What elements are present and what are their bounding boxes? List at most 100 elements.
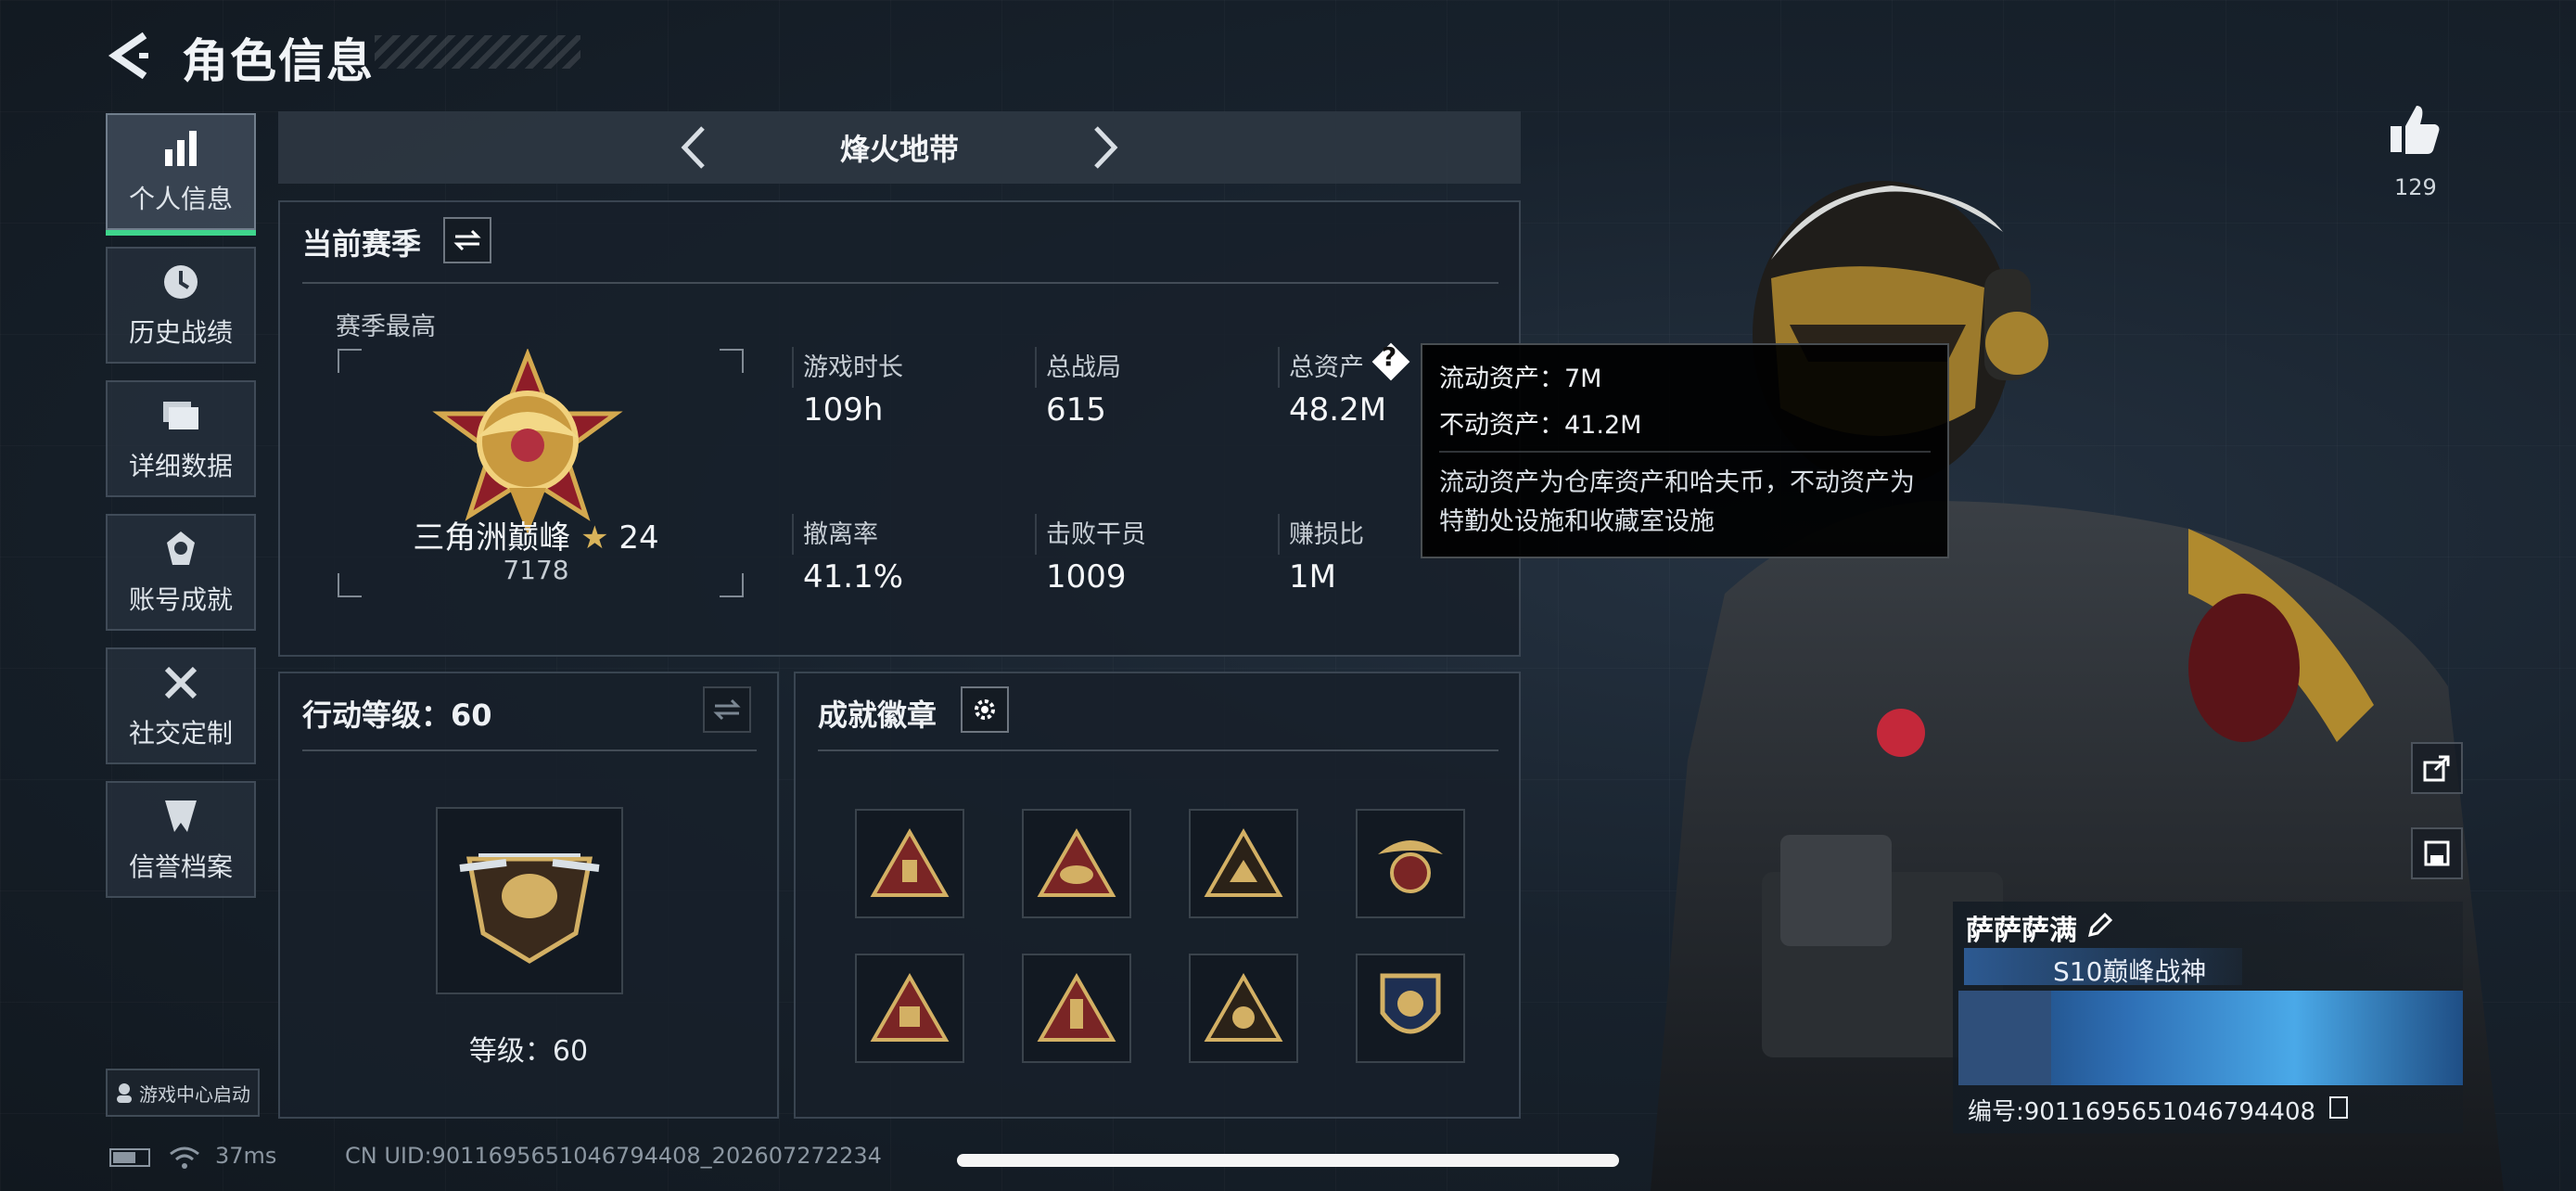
divider [1035, 347, 1037, 388]
tools-icon [164, 666, 198, 699]
achievements-panel: 成就徽章 [794, 672, 1521, 1119]
season-best-label: 赛季最高 [336, 313, 436, 341]
gear-icon [975, 699, 995, 720]
mode-selector: 烽火地带 [278, 111, 1521, 184]
nav-item-social[interactable]: 社交定制 [106, 647, 256, 764]
stat-label: 总资产 [1289, 353, 1364, 382]
rank-stars: 24 [618, 519, 659, 557]
achievement-badge[interactable] [1022, 954, 1131, 1063]
nav-item-credit[interactable]: 信誉档案 [106, 781, 256, 898]
thumbs-up-icon[interactable] [2387, 102, 2442, 158]
rank-name-row: 三角洲巅峰 ★ 24 [351, 512, 721, 557]
stat-value: 48.2M [1289, 391, 1387, 429]
triangle-badge-icon [1037, 972, 1116, 1042]
stat-label: 赚损比 [1289, 520, 1364, 549]
triangle-badge-icon [870, 972, 950, 1042]
stat-value: 109h [803, 391, 884, 429]
level-label: 等级：60 [468, 1035, 589, 1068]
triangle-badge-icon [1204, 972, 1283, 1042]
mode-label: 烽火地带 [839, 132, 959, 167]
frame-corner [720, 573, 744, 597]
stat-value: 41.1% [803, 558, 904, 596]
nav-item-detail-data[interactable]: 详细数据 [106, 380, 256, 497]
achievement-badge[interactable] [1356, 954, 1465, 1063]
share-icon [2423, 755, 2450, 782]
prev-arrow-icon[interactable] [671, 124, 718, 171]
person-icon [117, 1083, 132, 1103]
save-icon [2424, 840, 2450, 866]
copy-icon[interactable] [2329, 1096, 2348, 1119]
achievement-badge[interactable] [855, 954, 964, 1063]
nav-item-achievements[interactable]: 账号成就 [106, 514, 256, 631]
edit-pencil-icon[interactable] [2086, 911, 2114, 939]
launch-label: 游戏中心启动 [139, 1082, 250, 1106]
nav-label: 社交定制 [128, 718, 233, 749]
stat-value: 1009 [1046, 558, 1127, 596]
section-title: 成就徽章 [818, 698, 937, 733]
stat-value: 615 [1046, 391, 1106, 429]
divider [302, 282, 1498, 284]
achievement-badge[interactable] [855, 809, 964, 918]
back-arrow-icon[interactable] [104, 28, 159, 83]
section-title: 当前赛季 [302, 226, 422, 262]
stat-label: 撤离率 [803, 520, 878, 549]
triangle-badge-icon [870, 827, 950, 897]
section-title: 行动等级：60 [302, 698, 492, 733]
ping-value: 37ms [215, 1143, 277, 1169]
stat-value: 1M [1289, 558, 1336, 596]
fixed-assets: 不动资产：41.2M [1439, 411, 1642, 440]
divider [792, 514, 794, 555]
action-level-panel: 行动等级：60 等级：60 [278, 672, 779, 1119]
action-level-swap-button[interactable] [703, 686, 751, 733]
assets-description: 流动资产为仓库资产和哈夫币，不动资产为特勤处设施和收藏室设施 [1439, 468, 1915, 536]
nav-label: 个人信息 [128, 184, 233, 214]
achievement-badge[interactable] [1189, 809, 1298, 918]
divider [818, 749, 1498, 751]
stat-label: 总战局 [1046, 353, 1121, 382]
title-decoration [375, 35, 580, 69]
eagle-badge-icon [1378, 840, 1443, 893]
save-button[interactable] [2411, 827, 2463, 879]
nav-label: 信誉档案 [128, 852, 233, 882]
next-arrow-icon[interactable] [1081, 124, 1128, 171]
level-emblem-frame [436, 807, 623, 994]
wifi-icon [170, 1146, 199, 1169]
bar-chart-icon [165, 131, 197, 166]
help-mark: ? [1382, 341, 1397, 372]
divider [1278, 514, 1280, 555]
stat-label: 游戏时长 [803, 353, 903, 382]
like-count: 129 [2394, 174, 2437, 200]
nav-label: 详细数据 [128, 451, 233, 481]
player-name: 萨萨萨满 [1966, 915, 2077, 947]
divider [1035, 514, 1037, 555]
nav-label: 账号成就 [128, 584, 233, 615]
page-title: 角色信息 [182, 34, 375, 88]
frame-corner [338, 349, 362, 373]
rank-name: 三角洲巅峰 [413, 519, 571, 557]
rank-score: 7178 [503, 555, 569, 585]
current-season-panel: 当前赛季 赛季最高 三角洲巅峰 ★ 24 7178 游戏时长 109h 总战局 … [278, 200, 1521, 657]
switch-season-button[interactable] [443, 217, 491, 263]
frame-corner [720, 349, 744, 373]
share-button[interactable] [2411, 742, 2463, 794]
divider [1278, 347, 1280, 388]
achievement-badge[interactable] [1022, 809, 1131, 918]
achievement-badge[interactable] [1356, 809, 1465, 918]
medal-icon [167, 531, 195, 565]
assets-tooltip: 流动资产：7M 不动资产：41.2M 流动资产为仓库资产和哈夫币，不动资产为特勤… [1421, 343, 1949, 558]
nav-item-personal-info[interactable]: 个人信息 [106, 113, 256, 236]
game-center-launch-button[interactable]: 游戏中心启动 [106, 1069, 260, 1117]
home-indicator[interactable] [957, 1154, 1619, 1167]
player-title: S10巅峰战神 [2053, 956, 2207, 987]
nav-item-history[interactable]: 历史战绩 [106, 247, 256, 364]
achievement-badge[interactable] [1189, 954, 1298, 1063]
shield-icon [165, 800, 197, 832]
history-clock-icon [164, 265, 198, 299]
badge-settings-button[interactable] [961, 686, 1009, 733]
battery-icon [109, 1148, 150, 1167]
shield-crest-badge-icon [1380, 973, 1441, 1034]
triangle-badge-icon [1037, 827, 1116, 897]
star-icon: ★ [580, 519, 609, 557]
player-id: 编号:9011695651046794408 [1968, 1098, 2316, 1126]
divider [1439, 451, 1931, 453]
